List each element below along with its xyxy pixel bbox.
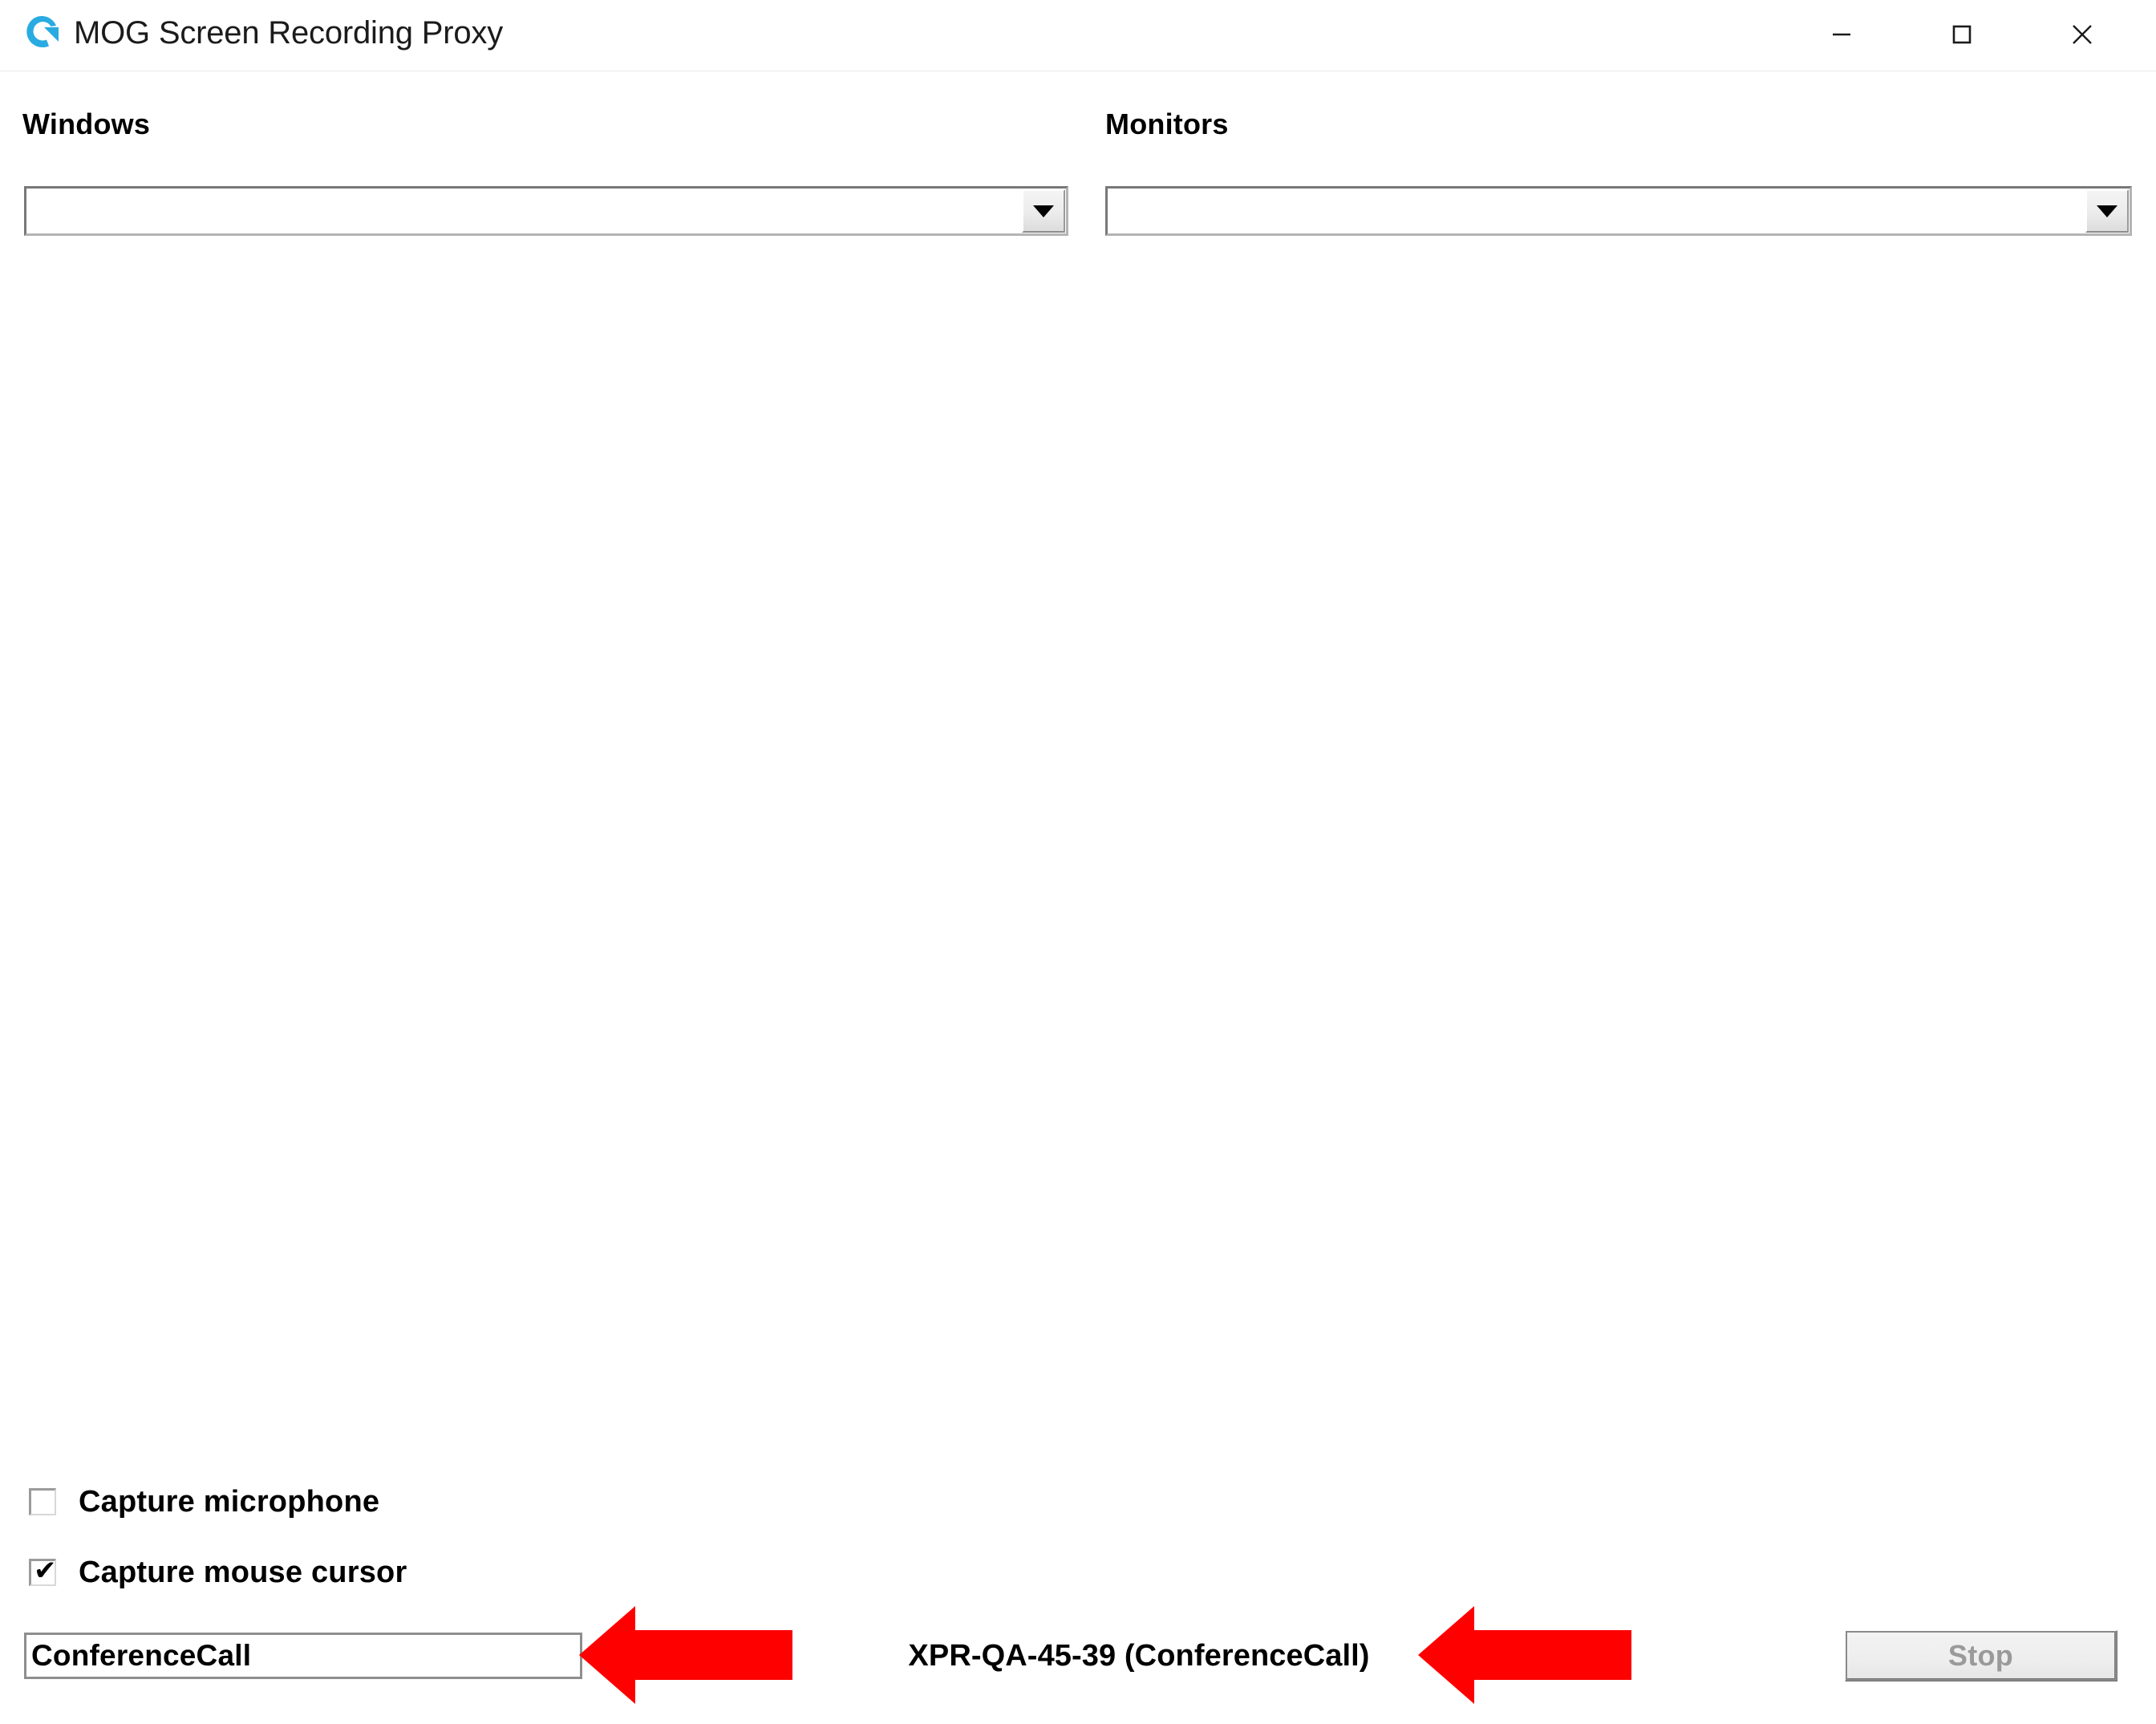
- monitors-section-label: Monitors: [1105, 107, 1229, 140]
- stop-button[interactable]: Stop: [1845, 1630, 2118, 1681]
- chevron-down-icon: [2097, 205, 2118, 217]
- capture-microphone-checkbox[interactable]: [29, 1488, 56, 1515]
- minimize-button[interactable]: [1797, 0, 1886, 69]
- capture-mouse-cursor-checkbox[interactable]: ✔: [29, 1555, 57, 1587]
- windows-combobox[interactable]: [24, 186, 1068, 236]
- close-icon: [2068, 20, 2097, 49]
- monitors-combobox-dropdown-button[interactable]: [2085, 189, 2129, 233]
- chevron-down-icon: [1033, 205, 1054, 217]
- close-button[interactable]: [2037, 0, 2127, 69]
- maximize-button[interactable]: [1917, 0, 2007, 69]
- maximize-icon: [1948, 21, 1976, 48]
- capture-mouse-cursor-checkbox-row[interactable]: ✔ Capture mouse cursor: [29, 1553, 407, 1592]
- checkmark-icon: ✔: [34, 1555, 57, 1587]
- annotation-arrow-left-status-text: [1418, 1606, 1631, 1704]
- recording-name-input[interactable]: [24, 1633, 582, 1679]
- recording-status-text: XPR-QA-45-39 (ConferenceCall): [908, 1639, 1370, 1673]
- capture-mouse-cursor-label: Capture mouse cursor: [79, 1555, 407, 1589]
- mog-circular-arrow-logo-icon: [21, 11, 64, 55]
- minimize-icon: [1828, 21, 1855, 48]
- monitors-combobox[interactable]: [1105, 186, 2132, 236]
- capture-microphone-checkbox-row[interactable]: Capture microphone: [29, 1483, 379, 1521]
- monitors-combobox-value: [1116, 189, 2080, 233]
- annotation-arrow-left-recording-name: [579, 1606, 792, 1704]
- windows-section-label: Windows: [22, 107, 151, 140]
- windows-combobox-value: [34, 189, 1016, 233]
- capture-microphone-label: Capture microphone: [79, 1484, 380, 1519]
- window-title: MOG Screen Recording Proxy: [74, 15, 503, 51]
- windows-combobox-dropdown-button[interactable]: [1022, 189, 1065, 233]
- title-bar: MOG Screen Recording Proxy: [0, 0, 2156, 71]
